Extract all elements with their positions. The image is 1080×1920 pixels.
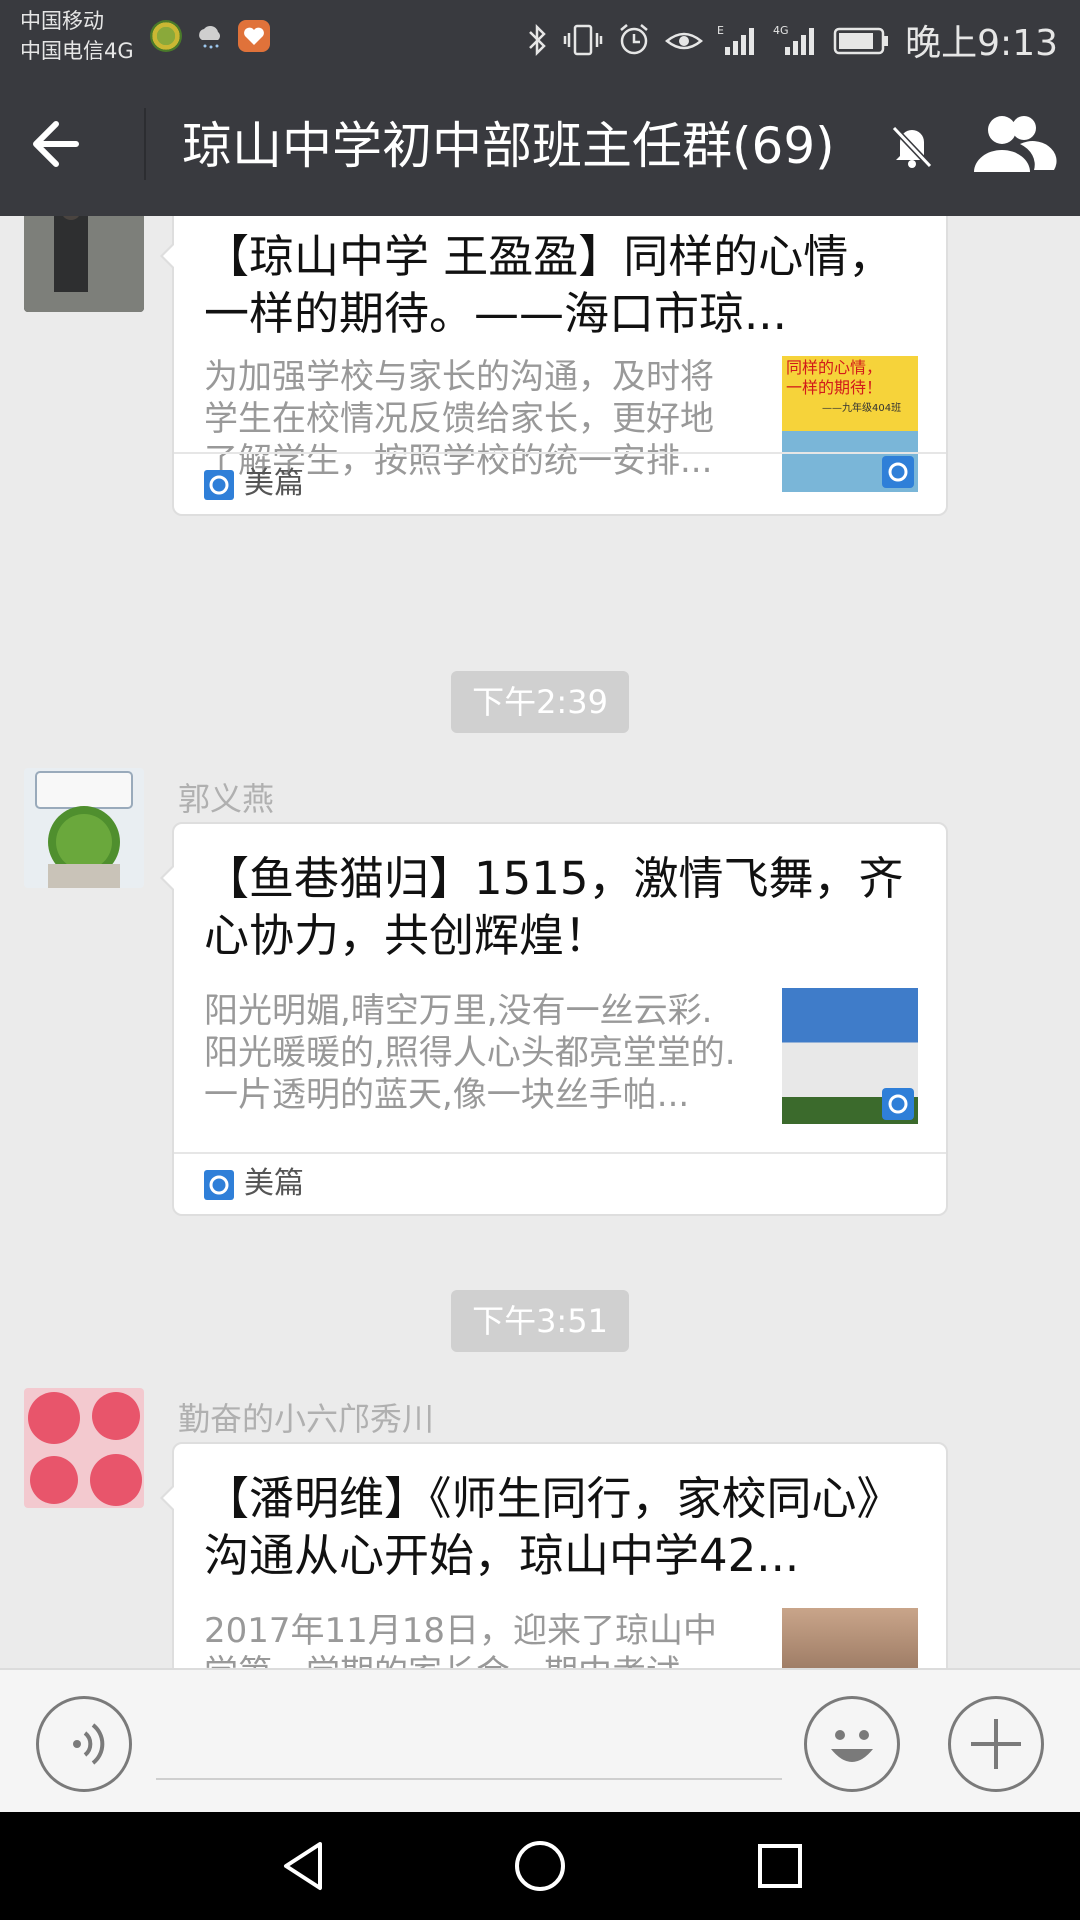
- plus-icon: [971, 1719, 1021, 1769]
- emoji-icon: [831, 1730, 873, 1762]
- group-members-button[interactable]: [964, 112, 1058, 178]
- nav-home-button[interactable]: [508, 1834, 572, 1898]
- bluetooth-icon: [529, 23, 546, 57]
- members-icon: [974, 116, 1057, 172]
- source-label: 美篇: [244, 1166, 304, 1201]
- system-nav-bar: [0, 1812, 1080, 1920]
- meipian-badge-icon: [882, 1088, 914, 1120]
- sender-name: 勤奋的小六邝秀川: [178, 1400, 435, 1438]
- svg-text:4G: 4G: [773, 24, 789, 37]
- article-card[interactable]: 【琼山中学 王盈盈】同样的心情，一样的期待。——海口市琼... 为加强学校与家长…: [160, 216, 948, 516]
- nav-home-icon: [515, 1841, 565, 1891]
- more-button[interactable]: [948, 1696, 1044, 1792]
- meipian-icon: [204, 470, 234, 500]
- nav-recents-icon: [758, 1844, 802, 1888]
- timestamp-pill: 下午3:51: [451, 1290, 629, 1352]
- battery-icon: [833, 27, 889, 55]
- avatar[interactable]: [24, 768, 144, 888]
- article-title: 【琼山中学 王盈盈】同样的心情，一样的期待。——海口市琼...: [204, 230, 894, 340]
- sender-name: 郭义燕: [178, 780, 275, 818]
- signal-e-icon: E: [717, 24, 755, 55]
- carrier-1: 中国移动: [20, 9, 104, 33]
- avatar[interactable]: [24, 1388, 144, 1508]
- nav-back-button[interactable]: [272, 1834, 336, 1898]
- article-description: 2017年11月18日，迎来了琼山中学第一学期的家长会，期中考试完...: [204, 1611, 718, 1668]
- input-bar: [0, 1668, 1080, 1812]
- carrier-2: 中国电信4G: [20, 39, 134, 63]
- avatar[interactable]: [24, 216, 144, 312]
- nav-recents-button[interactable]: [748, 1834, 812, 1898]
- chat-header: 琼山中学初中部班主任群(69): [0, 72, 1080, 216]
- status-icons: E 4G 晚上9:13: [527, 14, 1058, 66]
- vibrate-icon: [563, 24, 603, 56]
- alarm-icon: [620, 24, 648, 55]
- meipian-icon: [204, 1170, 234, 1200]
- article-title: 【潘明维】《师生同行，家校同心》沟通从心开始，琼山中学42...: [204, 1472, 902, 1582]
- message-input[interactable]: [156, 1710, 782, 1780]
- back-button[interactable]: [28, 112, 118, 176]
- nav-back-icon: [284, 1842, 322, 1890]
- health-app-icon: [238, 20, 270, 52]
- article-thumbnail: [782, 1608, 918, 1668]
- mute-bell-icon: [886, 120, 938, 172]
- eye-comfort-icon: [665, 32, 704, 50]
- article-title: 【鱼巷猫归】1515，激情飞舞，齐心协力，共创辉煌！: [204, 852, 904, 962]
- article-description: 阳光明媚,晴空万里,没有一丝云彩.阳光暖暖的,照得人心头都亮堂堂的.一片透明的蓝…: [204, 991, 736, 1115]
- chat-messages[interactable]: 【琼山中学 王盈盈】同样的心情，一样的期待。——海口市琼... 为加强学校与家长…: [0, 216, 1080, 1668]
- voice-button[interactable]: [36, 1696, 132, 1792]
- article-thumbnail: [782, 988, 918, 1124]
- status-time: 晚上9:13: [905, 23, 1058, 64]
- emoji-button[interactable]: [804, 1696, 900, 1792]
- signal-4g-icon: 4G: [773, 24, 815, 55]
- thumb-caption-3: ——九年级404班: [822, 403, 902, 414]
- chat-title[interactable]: 琼山中学初中部班主任群(69): [182, 116, 835, 176]
- voice-icon: [73, 1723, 105, 1765]
- back-arrow-icon: [33, 121, 79, 167]
- card-footer: 美篇: [174, 1152, 946, 1214]
- source-label: 美篇: [244, 466, 304, 501]
- article-card[interactable]: 【鱼巷猫归】1515，激情飞舞，齐心协力，共创辉煌！ 阳光明媚,晴空万里,没有一…: [160, 822, 948, 1216]
- app-notification-icon: [150, 20, 182, 52]
- timestamp-pill: 下午2:39: [451, 671, 629, 733]
- thumb-caption-1: 同样的心情，: [786, 358, 883, 377]
- thumb-caption-2: 一样的期待！: [786, 378, 883, 397]
- weather-icon: [194, 20, 226, 52]
- carrier-info: 中国移动 中国电信4G: [20, 6, 134, 66]
- article-card[interactable]: 【潘明维】《师生同行，家校同心》沟通从心开始，琼山中学42... 2017年11…: [160, 1442, 948, 1668]
- card-footer: 美篇: [174, 452, 946, 514]
- svg-text:E: E: [717, 24, 724, 37]
- header-divider: [144, 108, 146, 180]
- status-bar: 中国移动 中国电信4G E 4G 晚上9:13: [0, 0, 1080, 72]
